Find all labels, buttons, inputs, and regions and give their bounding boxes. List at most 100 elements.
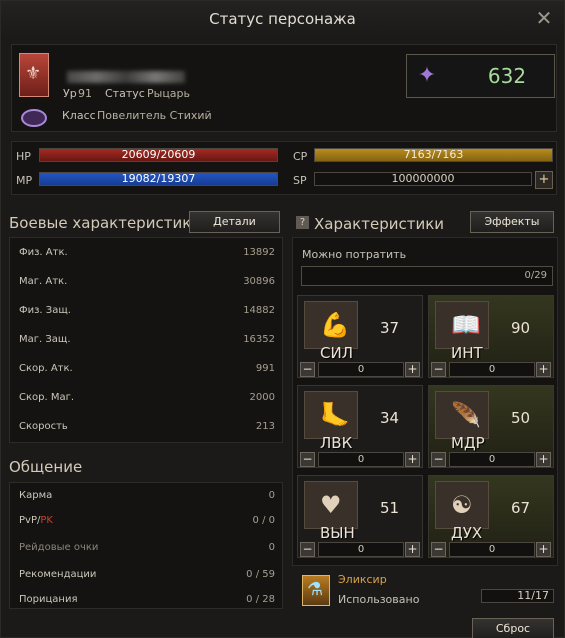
mask-icon: ☯ xyxy=(435,481,489,529)
combat-stat-label: Физ. Атк. xyxy=(19,247,68,258)
stat-name: ИНТ xyxy=(451,344,483,362)
mp-bar: 19082/19307 xyxy=(39,172,278,186)
combat-stat-row: Маг. Защ. 16352 xyxy=(19,334,275,350)
stat-name: МДР xyxy=(451,434,485,452)
status-value: Рыцарь xyxy=(147,87,191,100)
feather-icon: 🪶 xyxy=(435,391,489,439)
combat-power-box: ✦ 632 xyxy=(406,54,555,98)
stat-value: 90 xyxy=(511,319,531,337)
sp-bar: 100000000 xyxy=(314,172,532,186)
elixir-icon xyxy=(302,575,330,606)
minus-button[interactable]: − xyxy=(431,542,446,557)
stat-name: СИЛ xyxy=(320,344,353,362)
raid-value: 0 xyxy=(268,542,275,553)
book-icon: 📖 xyxy=(435,301,489,349)
combat-stat-row: Физ. Защ. 14882 xyxy=(19,305,275,321)
stat-name: ВЫН xyxy=(320,524,355,542)
combat-stat-value: 13892 xyxy=(243,247,275,258)
sp-add-button[interactable]: + xyxy=(535,171,553,189)
sp-label: SP xyxy=(293,174,307,187)
combat-stat-label: Скорость xyxy=(19,421,68,432)
stat-card-мдр: 🪶 МДР 50 −0 + xyxy=(428,385,554,468)
stat-value: 34 xyxy=(380,409,400,427)
stat-input[interactable]: 0 xyxy=(318,362,404,377)
pvp-value: 0 / 0 xyxy=(252,515,275,526)
elixir-used-value: 11/17 xyxy=(481,589,554,603)
window-title: Статус персонажа xyxy=(1,1,564,37)
combat-stat-row: Скор. Атк. 991 xyxy=(19,363,275,379)
plus-button[interactable]: + xyxy=(405,452,420,467)
stat-card-инт: 📖 ИНТ 90 −0 + xyxy=(428,295,554,378)
status-label: Статус xyxy=(105,87,145,100)
combat-stat-value: 991 xyxy=(255,363,275,374)
character-avatar xyxy=(19,53,49,97)
plus-button[interactable]: + xyxy=(536,362,551,377)
raid-label: Рейдовые очки xyxy=(19,542,99,553)
combat-stat-value: 213 xyxy=(255,421,275,432)
censure-label: Порицания xyxy=(19,594,78,605)
arm-icon: 💪 xyxy=(304,301,358,349)
stat-value: 50 xyxy=(511,409,531,427)
combat-stat-label: Скор. Маг. xyxy=(19,392,75,403)
details-button[interactable]: Детали xyxy=(189,211,280,233)
effects-button[interactable]: Эффекты xyxy=(470,211,554,233)
pvp-row: PvP/PK 0 / 0 xyxy=(19,515,275,531)
stat-input[interactable]: 0 xyxy=(449,362,535,377)
mp-label: MP xyxy=(16,174,33,187)
characteristics-icon: ? xyxy=(296,216,309,229)
minus-button[interactable]: − xyxy=(431,452,446,467)
stat-input[interactable]: 0 xyxy=(449,452,535,467)
spend-label: Можно потратить xyxy=(302,248,407,261)
stat-card-дух: ☯ ДУХ 67 −0 + xyxy=(428,475,554,558)
combat-stat-row: Скор. Маг. 2000 xyxy=(19,392,275,408)
stat-value: 67 xyxy=(511,499,531,517)
stat-value: 51 xyxy=(380,499,400,517)
minus-button[interactable]: − xyxy=(300,362,315,377)
combat-stat-value: 30896 xyxy=(243,276,275,287)
minus-button[interactable]: − xyxy=(300,452,315,467)
combat-stat-label: Маг. Защ. xyxy=(19,334,71,345)
cp-bar: 7163/7163 xyxy=(314,148,553,162)
combat-stat-label: Маг. Атк. xyxy=(19,276,68,287)
reset-button[interactable]: Сброс xyxy=(472,618,554,638)
combat-stat-value: 14882 xyxy=(243,305,275,316)
hp-bar: 20609/20609 xyxy=(39,148,278,162)
elixir-used-label: Использовано xyxy=(338,593,420,606)
stat-card-вын: ♥ ВЫН 51 −0 + xyxy=(297,475,423,558)
combat-stat-label: Физ. Защ. xyxy=(19,305,71,316)
combat-stat-value: 2000 xyxy=(249,392,275,403)
spend-bar: 0/29 xyxy=(301,266,553,286)
plus-button[interactable]: + xyxy=(536,452,551,467)
plus-button[interactable]: + xyxy=(536,542,551,557)
stat-input[interactable]: 0 xyxy=(449,542,535,557)
combat-stat-row: Скорость 213 xyxy=(19,421,275,437)
character-status-window: Статус персонажа ✕ Ур 91 Статус Рыцарь К… xyxy=(0,0,565,638)
level-value: 91 xyxy=(78,87,92,100)
level-label: Ур xyxy=(63,87,77,100)
karma-value: 0 xyxy=(268,490,275,501)
minus-button[interactable]: − xyxy=(431,362,446,377)
class-label: Класс xyxy=(62,109,96,122)
plus-button[interactable]: + xyxy=(405,542,420,557)
raid-row: Рейдовые очки 0 xyxy=(19,542,275,558)
karma-row: Карма 0 xyxy=(19,490,275,506)
class-icon xyxy=(21,109,47,127)
cp-label: CP xyxy=(293,150,308,163)
close-icon[interactable]: ✕ xyxy=(534,8,554,28)
combat-stat-row: Физ. Атк. 13892 xyxy=(19,247,275,263)
stat-name: ДУХ xyxy=(451,524,483,542)
censure-row: Порицания 0 / 28 xyxy=(19,594,275,610)
stat-card-сил: 💪 СИЛ 37 −0 + xyxy=(297,295,423,378)
heart-icon: ♥ xyxy=(304,481,358,529)
elixir-title: Эликсир xyxy=(338,573,387,586)
minus-button[interactable]: − xyxy=(300,542,315,557)
plus-button[interactable]: + xyxy=(405,362,420,377)
foot-icon: 🦶 xyxy=(304,391,358,439)
combat-stat-row: Маг. Атк. 30896 xyxy=(19,276,275,292)
recommend-label: Рекомендации xyxy=(19,569,97,580)
power-icon: ✦ xyxy=(417,63,437,88)
stat-input[interactable]: 0 xyxy=(318,542,404,557)
stat-input[interactable]: 0 xyxy=(318,452,404,467)
recommend-value: 0 / 59 xyxy=(246,569,275,580)
pvp-label: PvP/PK xyxy=(19,515,53,526)
